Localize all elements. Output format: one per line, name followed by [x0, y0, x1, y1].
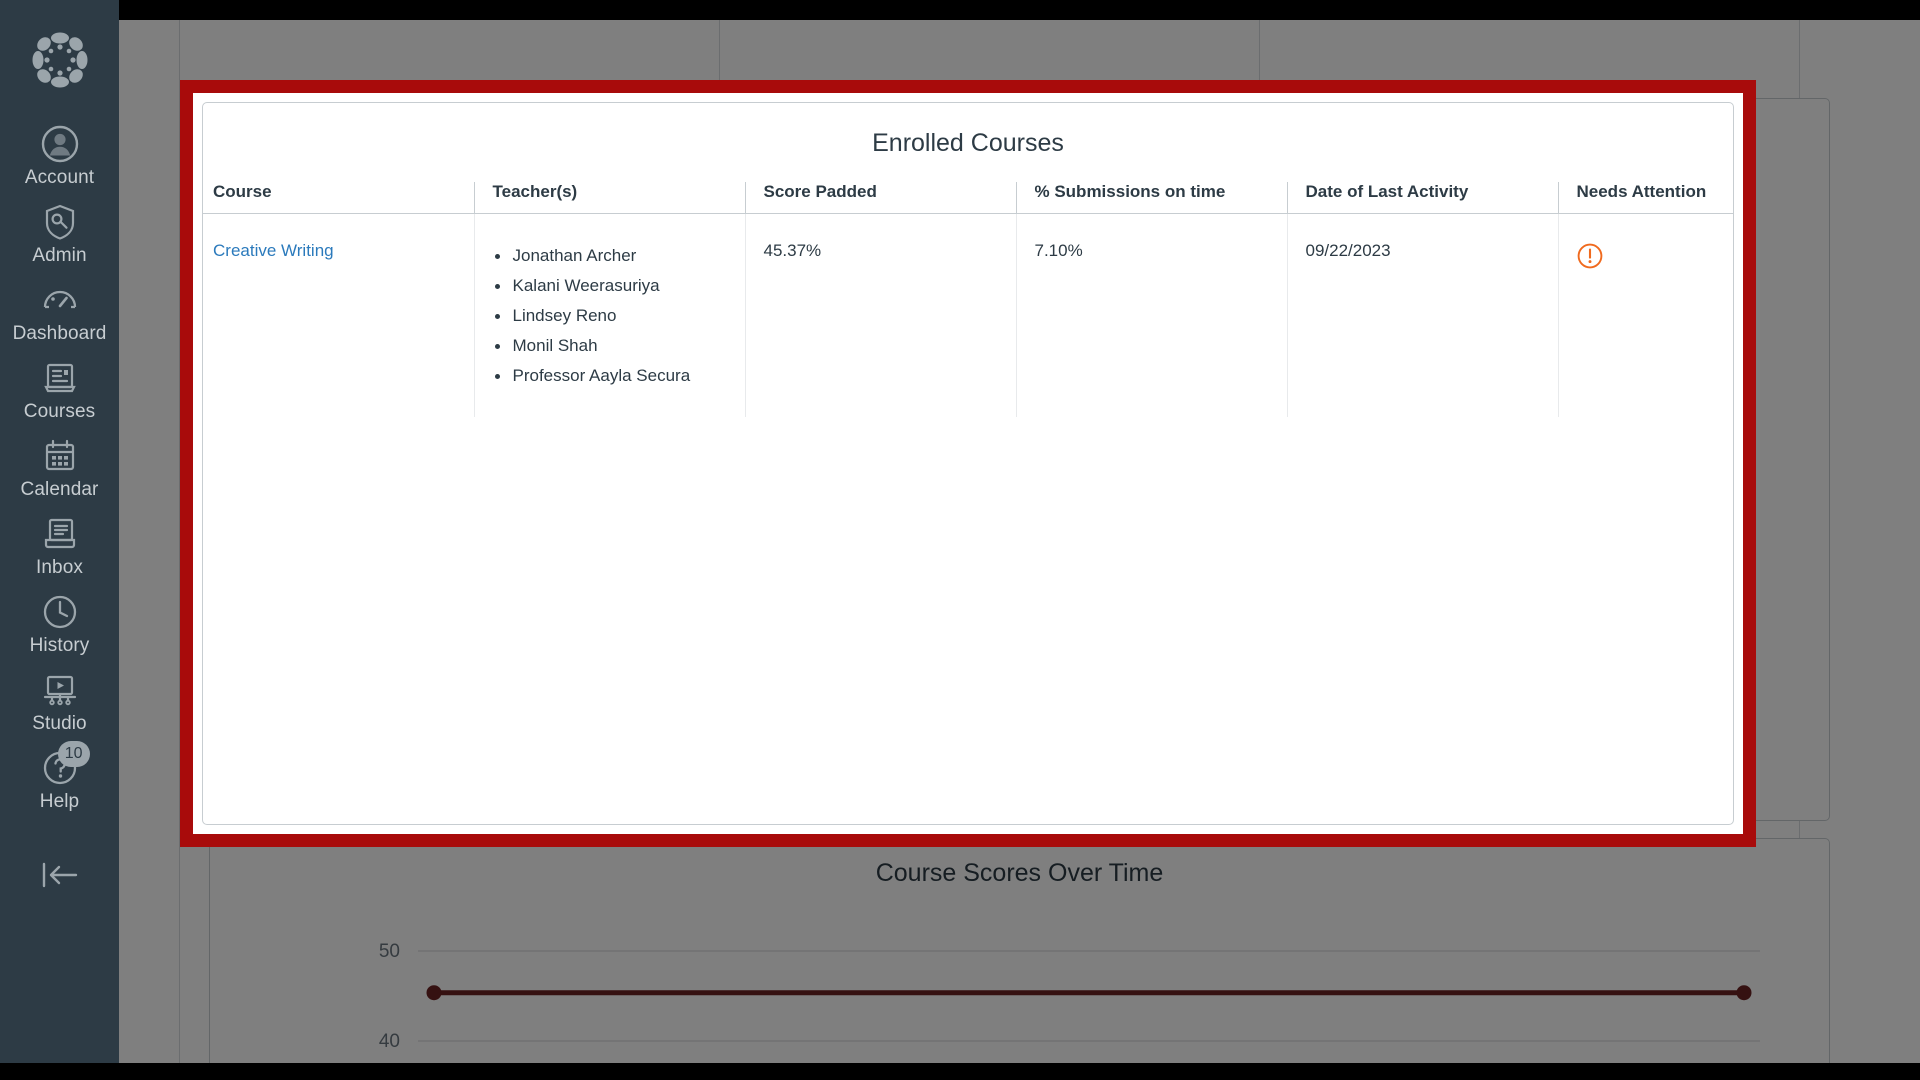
sidebar-item-help[interactable]: 10 Help — [0, 741, 119, 813]
sidebar-item-label: Help — [39, 791, 80, 812]
gauge-icon — [40, 280, 80, 320]
sidebar-item-account[interactable]: Account — [0, 124, 119, 189]
cell-submissions-on-time: 7.10% — [1015, 213, 1287, 417]
sidebar-item-courses[interactable]: Courses — [0, 358, 119, 423]
cell-course: Creative Writing — [203, 214, 474, 417]
sidebar-item-label: Admin — [32, 245, 87, 266]
sidebar-item-label: Calendar — [20, 479, 99, 500]
book-icon — [40, 358, 80, 398]
cell-teachers: Jonathan Archer Kalani Weerasuriya Linds… — [473, 213, 745, 417]
cell-needs-attention — [1557, 213, 1735, 417]
collapse-left-icon[interactable] — [0, 860, 119, 890]
sidebar-item-label: History — [29, 635, 90, 656]
course-link[interactable]: Creative Writing — [213, 241, 334, 260]
sidebar-item-label: Courses — [23, 401, 96, 422]
list-item: Jonathan Archer — [493, 241, 745, 271]
studio-screen-icon — [40, 670, 80, 710]
sidebar-item-inbox[interactable]: Inbox — [0, 514, 119, 579]
column-header-last-activity[interactable]: Date of Last Activity — [1286, 182, 1558, 214]
column-header-needs-attention[interactable]: Needs Attention — [1557, 182, 1734, 214]
screen: Account Admin Dashboard Courses Calendar — [0, 0, 1920, 1080]
bottom-letterbox — [0, 1063, 1920, 1080]
enrolled-courses-table: Course Teacher(s) Score Padded % Submiss… — [203, 182, 1734, 417]
top-letterbox — [0, 0, 1920, 20]
list-item: Lindsey Reno — [493, 301, 745, 331]
sidebar-item-admin[interactable]: Admin — [0, 202, 119, 267]
sidebar-item-calendar[interactable]: Calendar — [0, 436, 119, 501]
sidebar-item-label: Studio — [32, 713, 87, 734]
sidebar-item-label: Account — [24, 167, 95, 188]
calendar-icon — [40, 436, 80, 476]
canvas-logo[interactable] — [30, 30, 90, 90]
question-circle-icon: 10 — [40, 741, 90, 788]
svg-text:40: 40 — [379, 1031, 400, 1052]
sidebar-item-label: Dashboard — [12, 323, 107, 344]
sidebar-item-history[interactable]: History — [0, 592, 119, 657]
sidebar-item-dashboard[interactable]: Dashboard — [0, 280, 119, 345]
teacher-list: Jonathan Archer Kalani Weerasuriya Linds… — [493, 241, 745, 391]
column-header-course[interactable]: Course — [203, 182, 474, 214]
enrolled-courses-title-highlighted: Enrolled Courses — [872, 129, 1064, 157]
course-scores-card: Course Scores Over Time 50 40 — [209, 838, 1830, 1063]
column-header-score-padded[interactable]: Score Padded — [744, 182, 1016, 214]
help-badge-count: 10 — [57, 741, 90, 767]
cell-score-padded: 45.37% — [744, 213, 1016, 417]
table-header-row: Course Teacher(s) Score Padded % Submiss… — [203, 182, 1734, 214]
global-navigation: Account Admin Dashboard Courses Calendar — [0, 0, 119, 1063]
sidebar-item-studio[interactable]: Studio — [0, 670, 119, 735]
highlight-frame: Enrolled Courses Course Teacher(s) Score… — [180, 80, 1756, 847]
user-circle-icon — [40, 124, 80, 164]
clock-icon — [40, 592, 80, 632]
warning-circle-icon[interactable] — [1577, 243, 1735, 274]
column-header-submissions[interactable]: % Submissions on time — [1015, 182, 1287, 214]
list-item: Monil Shah — [493, 331, 745, 361]
list-item: Professor Aayla Secura — [493, 361, 745, 391]
shield-key-icon — [40, 202, 80, 242]
table-row: Creative Writing Jonathan Archer Kalani … — [203, 213, 1735, 417]
course-scores-chart: 50 40 — [210, 895, 1831, 1063]
column-header-teachers[interactable]: Teacher(s) — [473, 182, 745, 214]
list-item: Kalani Weerasuriya — [493, 271, 745, 301]
inbox-tray-icon — [40, 514, 80, 554]
enrolled-courses-card-highlighted: Enrolled Courses Course Teacher(s) Score… — [202, 102, 1734, 825]
cell-last-activity: 09/22/2023 — [1286, 213, 1558, 417]
svg-text:50: 50 — [379, 941, 400, 962]
sidebar-item-label: Inbox — [36, 557, 83, 578]
